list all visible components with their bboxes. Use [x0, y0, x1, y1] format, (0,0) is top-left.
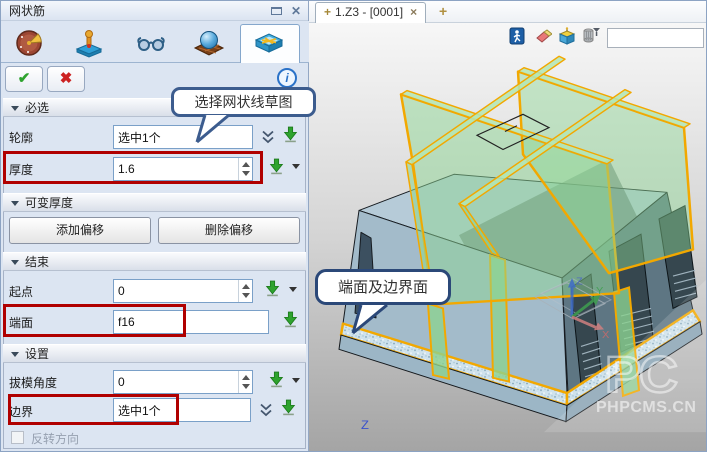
stamp-icon[interactable] — [72, 27, 106, 59]
tooltip-end-boundary-face: 端面及边界面 — [315, 269, 451, 305]
exit-sketch-icon[interactable] — [508, 27, 526, 45]
rib-box-icon[interactable] — [252, 27, 286, 59]
document-tab-label: 1.Z3 - [0001] — [335, 5, 403, 19]
cancel-button[interactable]: ✖ — [47, 66, 85, 92]
dialog-title: 网状筋 — [9, 4, 45, 18]
tooltip-tail — [343, 302, 391, 336]
expand-list-icon[interactable] — [260, 129, 276, 145]
thickness-label: 厚度 — [9, 161, 33, 178]
dropdown-caret-icon[interactable] — [292, 378, 300, 383]
dropdown-caret-icon[interactable] — [292, 164, 300, 169]
thickness-input[interactable] — [113, 157, 253, 181]
glasses-icon[interactable] — [134, 27, 168, 59]
dialog-titlebar: 网状筋 ✕ — [1, 1, 308, 21]
collapse-arrow-icon — [11, 260, 19, 265]
reverse-direction-checkbox — [11, 431, 24, 444]
pick-from-view-icon[interactable] — [282, 311, 299, 328]
pick-from-view-icon[interactable] — [268, 371, 285, 388]
dialog-tabstrip — [1, 21, 309, 63]
section-header-settings[interactable]: 设置 — [3, 344, 306, 363]
ok-button[interactable]: ✔ — [5, 66, 43, 92]
boundary-input[interactable] — [113, 398, 251, 422]
pick-from-view-icon[interactable] — [268, 158, 285, 175]
filter-icon[interactable] — [582, 27, 600, 45]
triad-y-label: Y — [596, 285, 603, 297]
expand-list-icon[interactable] — [258, 402, 274, 418]
info-icon[interactable]: i — [277, 68, 297, 88]
reverse-direction-label: 反转方向 — [31, 430, 79, 447]
document-tab-bar: +1.Z3 - [0001] × + — [309, 1, 707, 23]
new-tab-button[interactable]: + — [439, 3, 447, 19]
add-offset-button[interactable]: 添加偏移 — [9, 217, 151, 244]
rib-dialog-panel: 网状筋 ✕ — [1, 1, 309, 452]
draft-angle-label: 拔模角度 — [9, 374, 57, 391]
boundary-label: 边界 — [9, 403, 33, 420]
start-input[interactable] — [113, 279, 253, 303]
pick-from-view-icon[interactable] — [264, 280, 281, 297]
document-tab[interactable]: +1.Z3 - [0001] × — [315, 2, 426, 23]
start-spinner[interactable] — [238, 280, 252, 302]
minimize-icon[interactable] — [271, 7, 282, 15]
app-window: 网状筋 ✕ — [0, 0, 707, 452]
tooltip-tail — [189, 113, 233, 145]
end-face-input[interactable] — [113, 310, 269, 334]
gauge-icon[interactable] — [12, 27, 46, 59]
tab-close-icon[interactable]: × — [410, 5, 417, 19]
parameter-area-border — [3, 98, 306, 449]
filter-input[interactable] — [607, 28, 704, 48]
collapse-arrow-icon — [11, 106, 19, 111]
remove-offset-button[interactable]: 删除偏移 — [158, 217, 300, 244]
start-label: 起点 — [9, 283, 33, 300]
watermark-text: PHPCMS.CN — [596, 399, 696, 416]
draft-angle-input[interactable] — [113, 370, 253, 394]
end-face-label: 端面 — [9, 314, 33, 331]
corner-axis-label: Z — [361, 418, 369, 432]
pick-from-view-icon[interactable] — [282, 126, 299, 143]
section-header-end[interactable]: 结束 — [3, 252, 306, 271]
profile-label: 轮廓 — [9, 129, 33, 146]
sphere-icon[interactable] — [192, 27, 226, 59]
section-header-variable-thickness[interactable]: 可变厚度 — [3, 193, 306, 212]
draft-angle-spinner[interactable] — [238, 371, 252, 393]
dropdown-caret-icon[interactable] — [289, 287, 297, 292]
graphics-viewport: Z Y X Z PC PHPCMS.CN +1.Z3 - [0001] × + — [309, 1, 707, 452]
collapse-arrow-icon — [11, 201, 19, 206]
watermark-logo: PC — [605, 346, 677, 404]
thickness-spinner[interactable] — [238, 158, 252, 180]
collapse-arrow-icon — [11, 352, 19, 357]
viewport-canvas[interactable]: Z Y X Z PC PHPCMS.CN — [309, 23, 707, 452]
solid-box-icon[interactable] — [558, 27, 576, 45]
eraser-icon[interactable] — [534, 27, 552, 45]
pick-from-view-icon[interactable] — [280, 399, 297, 416]
triad-x-label: X — [602, 329, 609, 341]
triad-z-label: Z — [576, 276, 583, 288]
tab-modified-icon: + — [324, 5, 331, 19]
close-icon[interactable]: ✕ — [291, 3, 301, 19]
